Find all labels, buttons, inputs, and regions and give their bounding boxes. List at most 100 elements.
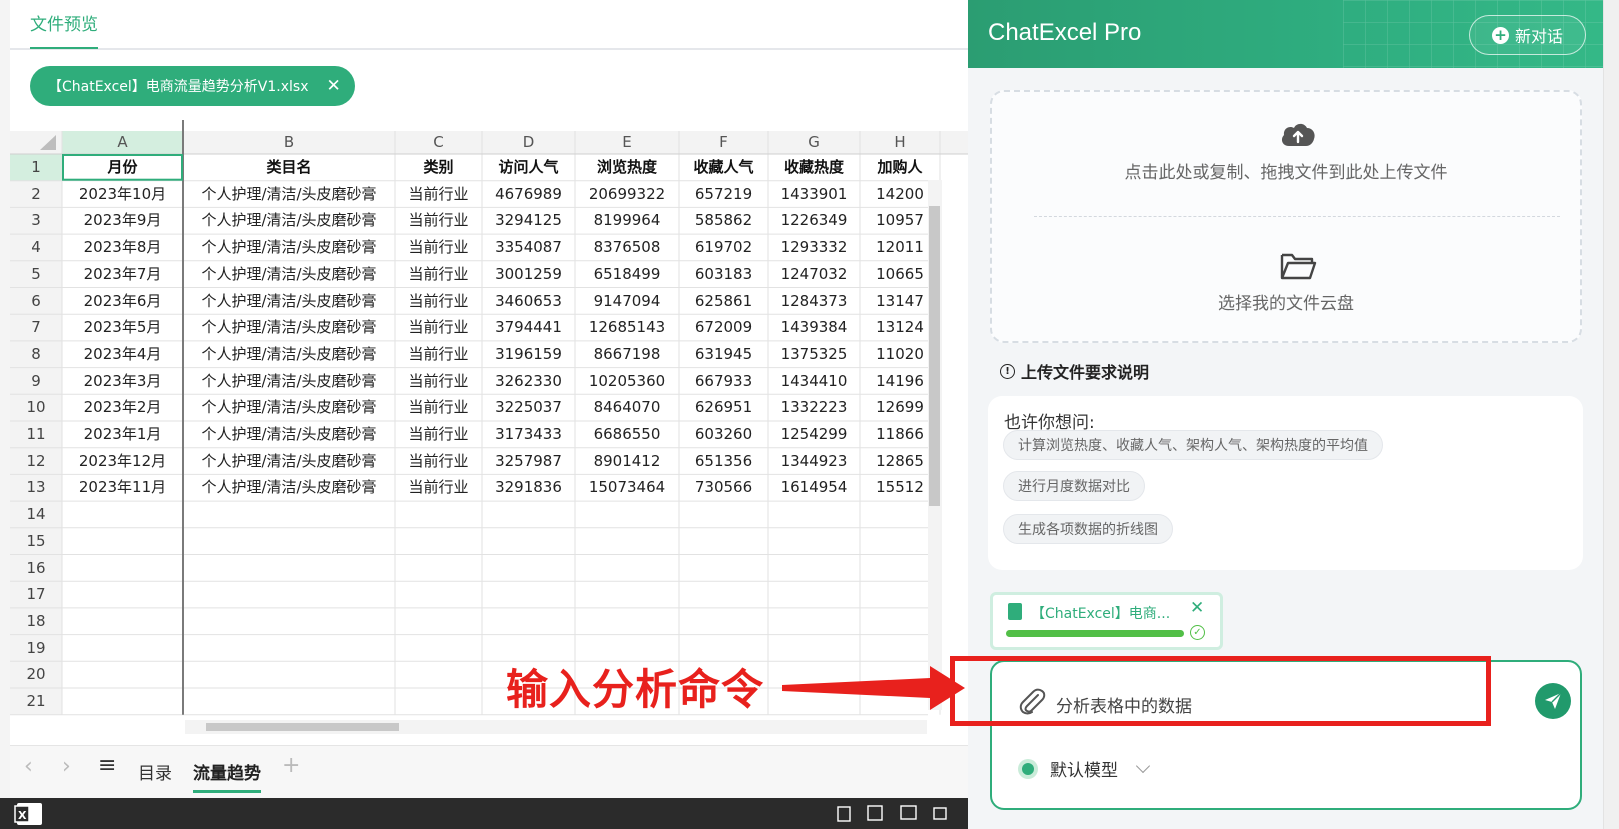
table-cell[interactable]: 当前行业 [395,288,482,315]
row-number[interactable]: 2 [10,181,62,208]
table-cell[interactable]: 631945 [679,341,768,368]
row-number[interactable]: 19 [10,635,62,662]
column-header[interactable]: E [575,131,679,154]
table-cell[interactable]: 6686550 [575,421,679,448]
row-number[interactable]: 21 [10,688,62,715]
table-cell[interactable]: 1293332 [768,234,860,261]
table-cell[interactable]: 2023年6月 [62,288,183,315]
header-cell[interactable]: 收藏热度 [768,154,860,181]
suggestion-pill[interactable]: 计算浏览热度、收藏人气、架构人气、架构热度的平均值 [1003,430,1383,460]
row-number[interactable]: 18 [10,608,62,635]
table-cell[interactable]: 个人护理/清洁/头皮磨砂膏 [183,261,395,288]
table-cell[interactable]: 当前行业 [395,234,482,261]
row-number[interactable]: 16 [10,555,62,582]
table-cell[interactable]: 当前行业 [395,474,482,501]
table-cell[interactable]: 1226349 [768,207,860,234]
send-button[interactable] [1535,683,1571,719]
row-number[interactable]: 17 [10,581,62,608]
table-cell[interactable]: 13124 [860,314,940,341]
table-cell[interactable]: 3294125 [482,207,575,234]
table-cell[interactable]: 1375325 [768,341,860,368]
row-number[interactable]: 13 [10,474,62,501]
table-cell[interactable]: 个人护理/清洁/头皮磨砂膏 [183,368,395,395]
spreadsheet[interactable]: A B C D E F G H 1 2 3 4 5 6 7 8 9 10 11 12 13 14 15 16 17 18 19 20 2… [10,120,968,745]
row-number[interactable]: 9 [10,368,62,395]
table-cell[interactable]: 3257987 [482,448,575,475]
column-header[interactable]: B [183,131,395,154]
model-selector[interactable]: 默认模型 [1018,756,1151,781]
panel-scrollbar[interactable] [1603,0,1619,829]
row-number[interactable]: 7 [10,314,62,341]
table-cell[interactable]: 3291836 [482,474,575,501]
column-header[interactable]: H [860,131,940,154]
table-cell[interactable]: 15512 [860,474,940,501]
table-cell[interactable]: 2023年7月 [62,261,183,288]
row-number[interactable]: 4 [10,234,62,261]
attachment-card[interactable]: 【ChatExcel】电商... ✕ ✓ [990,592,1223,650]
table-cell[interactable]: 12685143 [575,314,679,341]
table-cell[interactable]: 个人护理/清洁/头皮磨砂膏 [183,181,395,208]
table-cell[interactable]: 2023年4月 [62,341,183,368]
next-sheet-icon[interactable]: › [62,754,71,779]
table-cell[interactable]: 603183 [679,261,768,288]
header-cell[interactable]: 访问人气 [482,154,575,181]
row-number[interactable]: 11 [10,421,62,448]
table-cell[interactable]: 8376508 [575,234,679,261]
upload-dropzone[interactable]: 点击此处或复制、拖拽文件到此处上传文件 选择我的文件云盘 [990,90,1582,343]
row-number[interactable]: 10 [10,394,62,421]
table-cell[interactable]: 12699 [860,394,940,421]
table-cell[interactable]: 8199964 [575,207,679,234]
table-cell[interactable]: 730566 [679,474,768,501]
table-cell[interactable]: 651356 [679,448,768,475]
table-cell[interactable]: 3262330 [482,368,575,395]
row-number[interactable]: 5 [10,261,62,288]
table-cell[interactable]: 当前行业 [395,448,482,475]
sheet-tab-traffic-trend[interactable]: 流量趋势 [193,759,261,793]
table-cell[interactable]: 6518499 [575,261,679,288]
table-cell[interactable]: 2023年1月 [62,421,183,448]
table-cell[interactable]: 2023年5月 [62,314,183,341]
column-header[interactable]: D [482,131,575,154]
header-cell[interactable]: 类目名 [183,154,395,181]
table-cell[interactable]: 个人护理/清洁/头皮磨砂膏 [183,394,395,421]
column-header[interactable]: G [768,131,860,154]
table-cell[interactable]: 672009 [679,314,768,341]
table-cell[interactable]: 4676989 [482,181,575,208]
table-cell[interactable]: 15073464 [575,474,679,501]
table-cell[interactable]: 2023年2月 [62,394,183,421]
table-cell[interactable]: 2023年10月 [62,181,183,208]
table-cell[interactable]: 当前行业 [395,314,482,341]
table-cell[interactable]: 当前行业 [395,261,482,288]
table-cell[interactable]: 个人护理/清洁/头皮磨砂膏 [183,207,395,234]
row-number[interactable]: 12 [10,448,62,475]
new-chat-button[interactable]: + 新对话 [1469,15,1586,55]
table-cell[interactable]: 625861 [679,288,768,315]
table-cell[interactable]: 1247032 [768,261,860,288]
table-cell[interactable]: 个人护理/清洁/头皮磨砂膏 [183,421,395,448]
table-cell[interactable]: 11020 [860,341,940,368]
prev-sheet-icon[interactable]: ‹ [24,754,33,779]
table-cell[interactable]: 1254299 [768,421,860,448]
table-cell[interactable]: 8901412 [575,448,679,475]
row-number[interactable]: 1 [10,154,62,181]
table-cell[interactable]: 2023年12月 [62,448,183,475]
table-cell[interactable]: 14200 [860,181,940,208]
table-cell[interactable]: 12865 [860,448,940,475]
table-cell[interactable]: 626951 [679,394,768,421]
row-number[interactable]: 3 [10,207,62,234]
table-cell[interactable]: 603260 [679,421,768,448]
table-cell[interactable]: 11866 [860,421,940,448]
header-cell[interactable]: 浏览热度 [575,154,679,181]
column-header[interactable]: C [395,131,482,154]
upload-requirements[interactable]: ! 上传文件要求说明 [1000,359,1149,383]
row-number[interactable]: 8 [10,341,62,368]
column-header[interactable]: A [62,131,183,154]
row-number[interactable]: 6 [10,288,62,315]
table-cell[interactable]: 3173433 [482,421,575,448]
table-cell[interactable]: 当前行业 [395,421,482,448]
table-cell[interactable]: 1344923 [768,448,860,475]
table-cell[interactable]: 2023年8月 [62,234,183,261]
table-cell[interactable]: 1614954 [768,474,860,501]
table-cell[interactable]: 3001259 [482,261,575,288]
table-cell[interactable]: 个人护理/清洁/头皮磨砂膏 [183,234,395,261]
